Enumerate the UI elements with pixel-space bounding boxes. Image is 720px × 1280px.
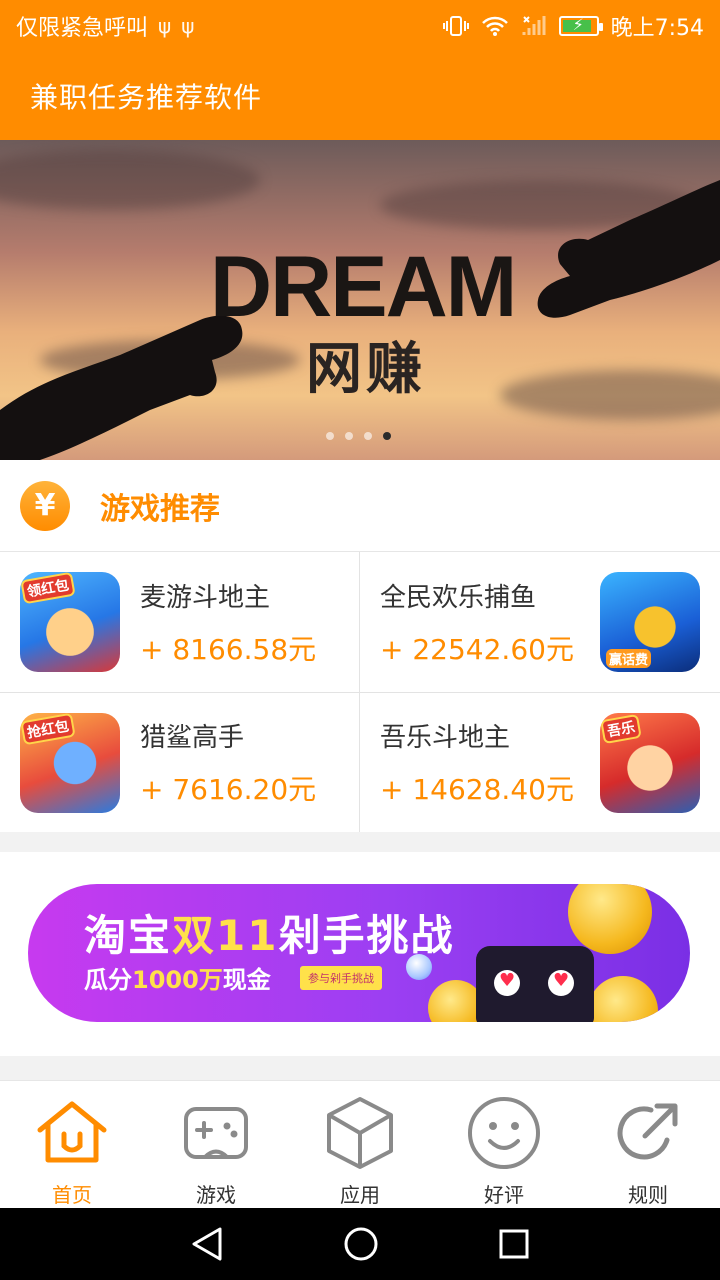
game-name: 麦游斗地主: [140, 582, 271, 613]
game-name: 全民欢乐捕鱼: [380, 582, 537, 613]
nav-label: 应用: [340, 1183, 380, 1207]
nav-item-rules[interactable]: 规则: [576, 1081, 720, 1208]
recents-icon[interactable]: [498, 1228, 530, 1260]
signal-icon: [522, 16, 546, 35]
game-card[interactable]: 领红包 麦游斗地主 + 8166.58元: [0, 552, 359, 692]
yen-icon: ¥: [20, 480, 70, 531]
system-nav-bar: [0, 1208, 720, 1280]
battery-charging-icon: ⚡: [558, 15, 603, 36]
promo-section: 淘宝双11剁手挑战 瓜分1000万现金 参与剁手挑战: [0, 852, 720, 1056]
game-reward: + 22542.60元: [380, 632, 574, 666]
game-grid: 领红包 麦游斗地主 + 8166.58元 全民欢乐捕鱼 + 22542.60元 …: [0, 552, 720, 832]
game-icon: 抢红包: [20, 712, 120, 813]
coin-icon: [588, 976, 658, 1022]
promo-title: 淘宝双11剁手挑战: [84, 911, 455, 960]
game-name: 吾乐斗地主: [380, 723, 511, 753]
carousel-dot[interactable]: [345, 432, 353, 440]
carousel-dot[interactable]: [326, 432, 334, 440]
promo-banner[interactable]: 淘宝双11剁手挑战 瓜分1000万现金 参与剁手挑战: [28, 884, 690, 1022]
page-title: 兼职任务推荐软件: [30, 81, 263, 114]
game-card[interactable]: 吾乐斗地主 + 14628.40元 吾乐: [360, 693, 720, 832]
cloud-shape: [500, 370, 720, 420]
hero-banner[interactable]: DREAM 网赚: [0, 140, 720, 460]
nav-label: 游戏: [196, 1183, 236, 1207]
home-circle-icon[interactable]: [343, 1226, 379, 1262]
cloud-shape: [0, 150, 260, 210]
hero-title: DREAM: [210, 239, 517, 335]
promo-tag: 参与剁手挑战: [300, 966, 382, 990]
game-reward: + 14628.40元: [380, 773, 574, 806]
wifi-icon: [481, 16, 508, 36]
usb-icon: ψ: [181, 14, 195, 38]
section-title: 游戏推荐: [100, 491, 220, 527]
nav-label: 规则: [628, 1183, 668, 1207]
hero-subtitle: 网赚: [306, 336, 426, 402]
tmall-cat-icon: [476, 946, 594, 1022]
status-bar: 仅限紧急呼叫 ψ ψ ⚡ 晚上7:54: [0, 0, 720, 52]
share-arrow-icon: [608, 1093, 688, 1173]
home-icon: [32, 1093, 112, 1173]
bottom-nav: 首页 游戏 应用 好评 规则: [0, 1080, 720, 1208]
nav-item-reviews[interactable]: 好评: [432, 1081, 576, 1208]
game-name: 猎鲨高手: [140, 723, 245, 753]
section-header: ¥ 游戏推荐: [0, 460, 720, 552]
coin-icon: [568, 884, 652, 954]
bubble-icon: [406, 954, 432, 980]
game-icon: 赢话费: [600, 572, 700, 672]
app-bar: 兼职任务推荐软件: [0, 52, 720, 140]
right-hand-silhouette: [537, 180, 720, 318]
game-reward: + 8166.58元: [140, 632, 317, 666]
status-time: 晚上7:54: [610, 16, 704, 41]
game-icon: 吾乐: [600, 713, 700, 813]
usb-icon: ψ: [158, 14, 172, 38]
status-carrier-text: 仅限紧急呼叫: [16, 16, 149, 41]
carousel-indicator: [326, 432, 391, 440]
carousel-dot-active[interactable]: [383, 432, 391, 440]
promo-subtitle: 瓜分1000万现金: [84, 966, 271, 994]
nav-label: 好评: [484, 1183, 524, 1207]
game-card[interactable]: 抢红包 猎鲨高手 + 7616.20元: [0, 693, 359, 832]
game-card[interactable]: 全民欢乐捕鱼 + 22542.60元 赢话费: [360, 552, 720, 692]
game-reward: + 7616.20元: [140, 773, 317, 806]
vibrate-icon: [442, 16, 469, 36]
nav-label: 首页: [52, 1183, 92, 1207]
nav-item-games[interactable]: 游戏: [144, 1081, 288, 1208]
gamepad-icon: [176, 1093, 256, 1173]
smiley-icon: [464, 1093, 544, 1173]
game-icon: 领红包: [20, 572, 120, 672]
carousel-dot[interactable]: [364, 432, 372, 440]
nav-item-apps[interactable]: 应用: [288, 1081, 432, 1208]
cube-icon: [320, 1093, 400, 1173]
nav-item-home[interactable]: 首页: [0, 1081, 144, 1208]
back-icon[interactable]: [190, 1226, 224, 1262]
